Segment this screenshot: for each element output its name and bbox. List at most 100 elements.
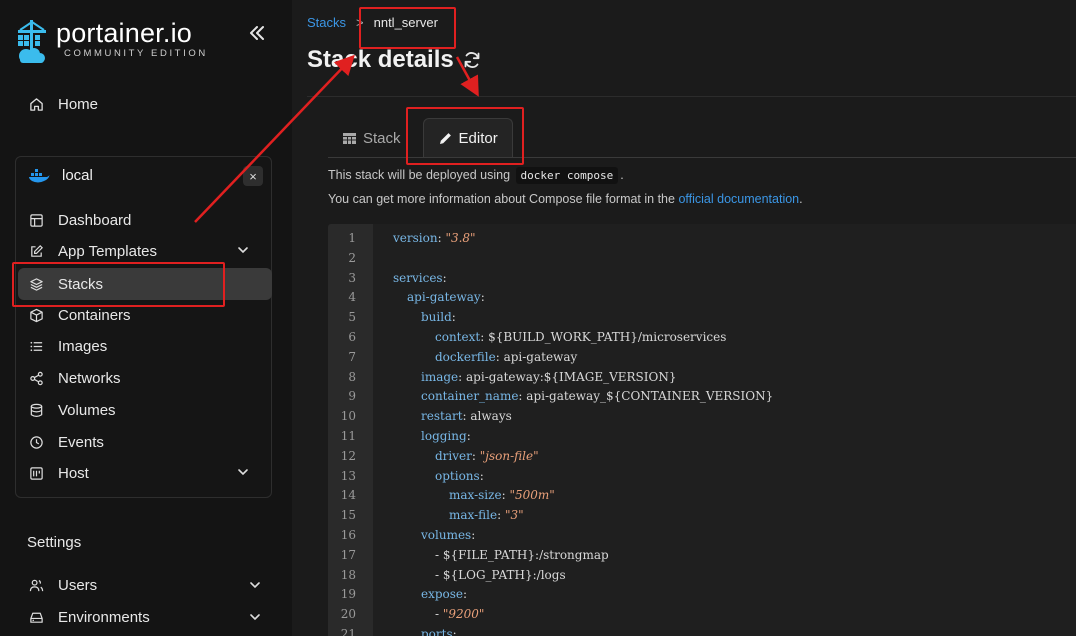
- deploy-command-code: docker compose: [515, 167, 619, 184]
- logo-text: portainer.io: [56, 18, 192, 48]
- code-line: expose:: [421, 587, 467, 601]
- code-line: driver: "json-file": [435, 449, 539, 463]
- sidebar-item-label: Stacks: [58, 275, 104, 293]
- sidebar-item-app-templates[interactable]: App Templates: [28, 240, 260, 262]
- code-line: - ${FILE_PATH}:/strongmap: [435, 548, 609, 562]
- yaml-value: "3": [504, 508, 524, 523]
- code-line: api-gateway:: [407, 290, 485, 304]
- sidebar-item-containers[interactable]: Containers: [28, 304, 260, 326]
- edit-icon: [28, 243, 44, 259]
- yaml-key: api-gateway: [407, 290, 481, 305]
- sidebar-item-users[interactable]: Users: [28, 574, 262, 596]
- sidebar-item-label: Dashboard: [58, 211, 132, 229]
- server-icon: [28, 465, 44, 481]
- refresh-icon[interactable]: [462, 50, 482, 70]
- settings-section-title: Settings: [27, 534, 82, 551]
- code-line: build:: [421, 310, 456, 324]
- yaml-value: api-gateway: [503, 349, 578, 364]
- share-icon: [28, 370, 44, 386]
- sidebar-item-host[interactable]: Host: [28, 462, 260, 484]
- sidebar-item-label: Host: [58, 464, 89, 482]
- collapse-sidebar-button[interactable]: [246, 22, 268, 44]
- yaml-key: restart: [421, 409, 463, 424]
- tab-stack[interactable]: Stack: [328, 118, 415, 158]
- line-number: 3: [348, 270, 356, 285]
- sidebar-item-dashboard[interactable]: Dashboard: [28, 209, 260, 231]
- code-line: max-file: "3": [449, 508, 524, 522]
- tab-editor[interactable]: Editor: [422, 118, 513, 158]
- code-line: version: "3.8": [393, 231, 476, 245]
- clock-icon: [28, 434, 44, 450]
- hard-drive-icon: [28, 609, 44, 625]
- deploy-info-text: This stack will be deployed using: [328, 168, 511, 182]
- line-number: 19: [340, 587, 356, 602]
- yaml-colon: :: [480, 330, 485, 344]
- yaml-key: container_name: [421, 389, 519, 404]
- double-chevron-left-icon: [250, 26, 264, 40]
- official-documentation-link[interactable]: official documentation: [678, 192, 799, 206]
- tab-label: Editor: [458, 130, 498, 147]
- yaml-value: "json-file": [479, 448, 539, 463]
- sidebar-item-networks[interactable]: Networks: [28, 367, 260, 389]
- yaml-key: build: [421, 310, 452, 325]
- sidebar-item-label: Home: [58, 95, 99, 113]
- logo-subtitle: COMMUNITY EDITION: [64, 48, 208, 59]
- yaml-key: logging: [421, 429, 467, 443]
- yaml-colon: :: [437, 231, 442, 245]
- environment-close-button[interactable]: ×: [243, 166, 263, 186]
- compose-doc-period: .: [799, 192, 803, 206]
- sidebar-item-events[interactable]: Events: [28, 431, 260, 453]
- line-number: 15: [340, 508, 356, 523]
- line-number: 21: [340, 627, 356, 636]
- sidebar-item-environments[interactable]: Environments: [28, 606, 262, 628]
- line-number: 20: [340, 607, 356, 622]
- yaml-colon: :: [451, 310, 456, 325]
- yaml-key: services: [393, 270, 443, 285]
- yaml-value: always: [470, 409, 512, 424]
- breadcrumb-stacks-link[interactable]: Stacks: [307, 15, 346, 30]
- environment-name: local: [62, 167, 93, 184]
- yaml-value: - ${FILE_PATH}:/strongmap: [435, 547, 609, 562]
- yaml-value: "500m": [509, 488, 555, 503]
- line-number: 12: [340, 448, 356, 463]
- line-number: 13: [340, 468, 356, 483]
- users-icon: [28, 577, 44, 593]
- breadcrumb-separator: >: [356, 15, 364, 30]
- chevron-down-icon: [238, 247, 248, 254]
- code-line: restart: always: [421, 409, 512, 423]
- dashboard-icon: [28, 212, 44, 228]
- sidebar-item-label: Events: [58, 433, 104, 451]
- yaml-value: api-gateway_${CONTAINER_VERSION}: [526, 389, 774, 404]
- sidebar-item-volumes[interactable]: Volumes: [28, 399, 260, 421]
- line-number: 7: [348, 349, 356, 364]
- line-number: 5: [348, 310, 356, 325]
- deploy-info-period: .: [620, 168, 624, 182]
- header-divider: [307, 96, 1076, 97]
- code-line: services:: [393, 271, 447, 285]
- line-number: 8: [348, 369, 356, 384]
- code-line: container_name: api-gateway_${CONTAINER_…: [421, 389, 773, 403]
- code-line: ports:: [421, 627, 457, 636]
- yaml-colon: :: [452, 627, 457, 636]
- main-content: Stacks > nntl_server Stack details Stack…: [292, 0, 1076, 636]
- code-line: image: api-gateway:${IMAGE_VERSION}: [421, 370, 676, 384]
- portainer-logo[interactable]: portainer.io COMMUNITY EDITION: [14, 18, 208, 66]
- sidebar: portainer.io COMMUNITY EDITION Home loca…: [0, 0, 292, 636]
- yaml-key: max-file: [449, 508, 498, 523]
- sidebar-item-home[interactable]: Home: [28, 93, 98, 115]
- compose-editor[interactable]: 1 version: "3.8" 2 3 services: 4 api-gateway: 5…: [328, 224, 1076, 636]
- yaml-key: driver: [435, 448, 472, 463]
- line-number: 1: [348, 231, 356, 245]
- code-line: dockerfile: api-gateway: [435, 350, 577, 364]
- yaml-colon: :: [458, 369, 463, 384]
- sidebar-item-images[interactable]: Images: [28, 335, 260, 357]
- line-number: 18: [340, 567, 356, 582]
- yaml-colon: :: [495, 349, 500, 364]
- yaml-key: dockerfile: [435, 349, 496, 364]
- sidebar-item-stacks[interactable]: Stacks: [18, 268, 272, 300]
- yaml-value: "3.8": [445, 231, 476, 245]
- sidebar-item-label: Networks: [58, 369, 121, 387]
- yaml-dash: -: [435, 607, 443, 622]
- home-icon: [28, 96, 44, 112]
- page-title: Stack details: [307, 46, 454, 73]
